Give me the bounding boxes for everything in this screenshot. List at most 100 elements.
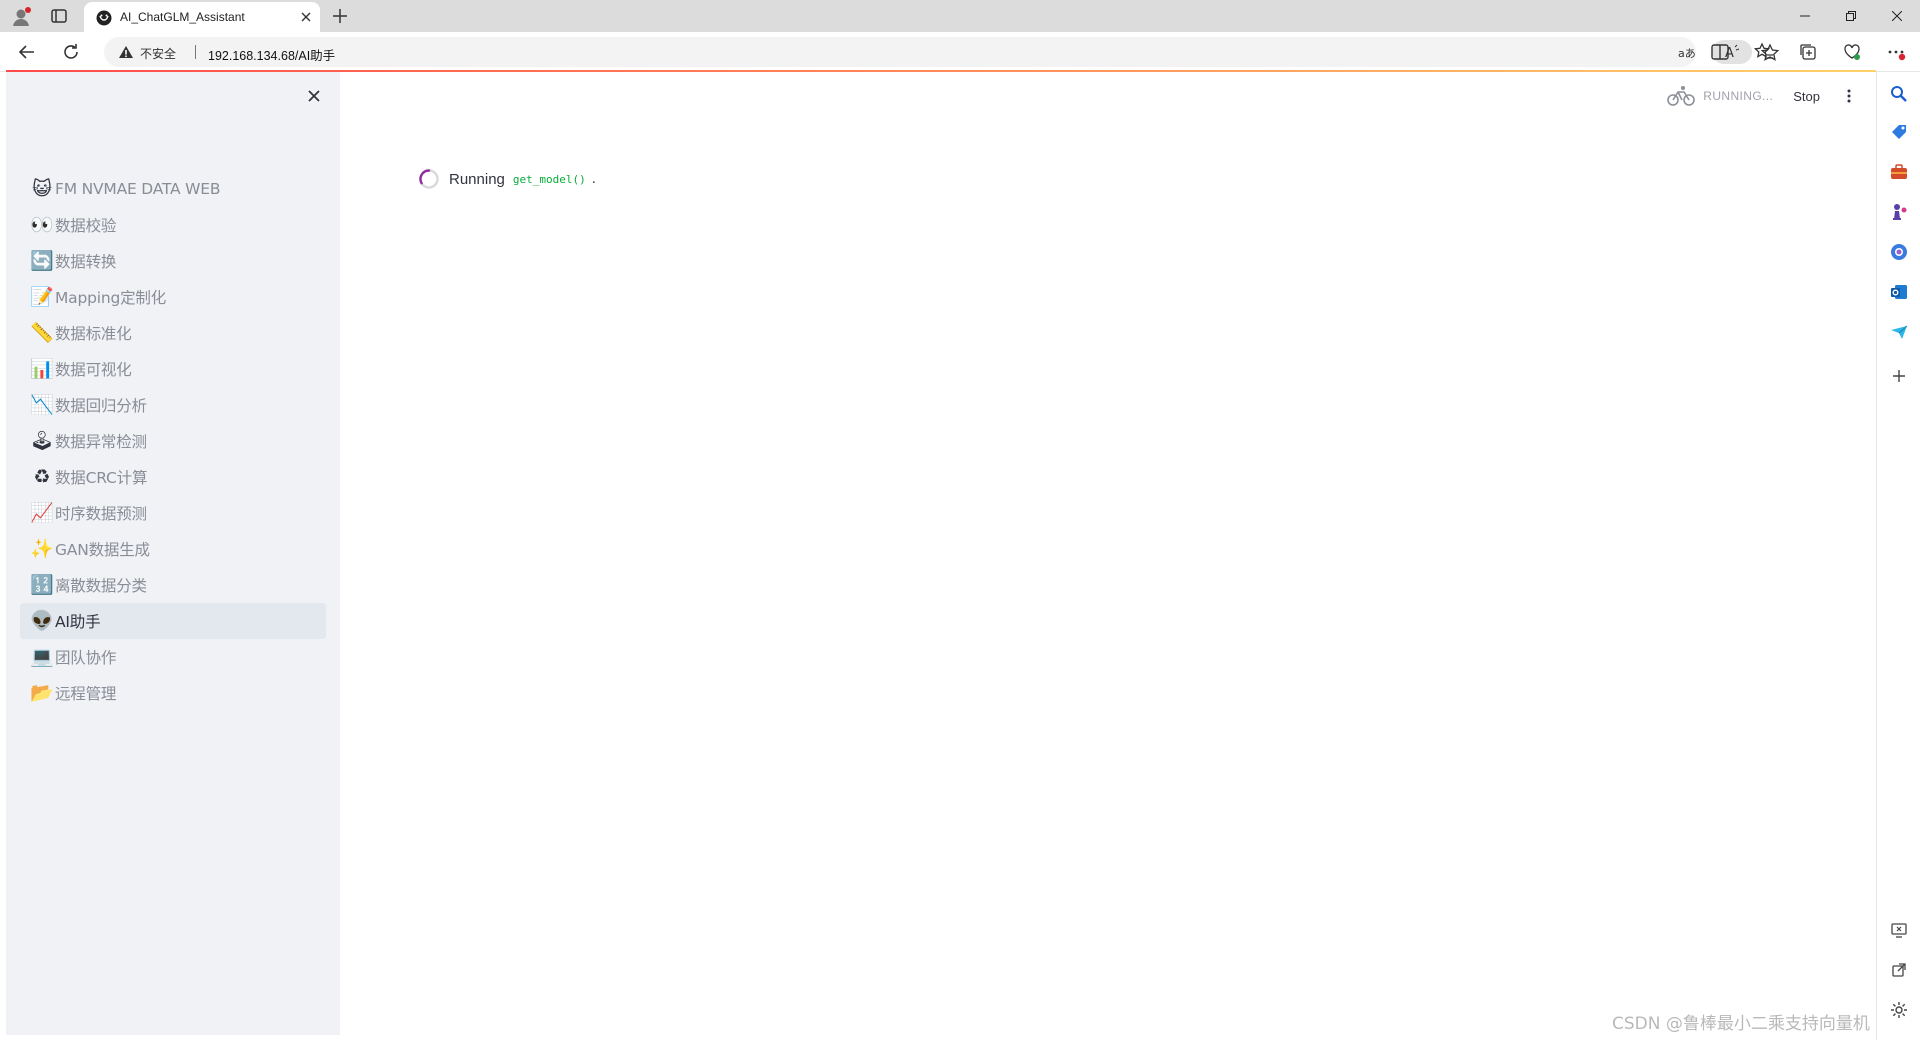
- running-text: Running: [449, 170, 505, 188]
- app-sidebar: 😺 FM NVMAE DATA WEB 👀 数据校验 🔄 数据转换 📝 Mapping定制化 📏…: [6, 72, 340, 1035]
- csdn-watermark: CSDN @鲁棒最小二乘支持向量机: [1612, 1014, 1870, 1034]
- sidebar-item-emoji-icon: 📊: [30, 357, 54, 380]
- sidebar-item-label: 时序数据预测: [55, 505, 147, 523]
- spinner-icon: [419, 169, 439, 189]
- sidebar-item-12[interactable]: 👽 AI助手: [20, 603, 326, 639]
- warning-icon: [119, 46, 133, 58]
- favorites-icon[interactable]: [1754, 42, 1774, 62]
- profile-icon[interactable]: [10, 6, 32, 28]
- run-status-bar: RUNNING... Stop: [1667, 84, 1852, 108]
- games-chess-icon[interactable]: [1889, 202, 1909, 222]
- sidebar-item-label: 数据可视化: [55, 361, 132, 379]
- running-bicycle-icon: [1667, 86, 1696, 106]
- search-icon[interactable]: [1889, 84, 1909, 104]
- sidebar-item-9[interactable]: 📈 时序数据预测: [20, 495, 326, 531]
- sidebar-nav-menu: 😺 FM NVMAE DATA WEB 👀 数据校验 🔄 数据转换 📝 Mapping定制化 📏…: [20, 171, 326, 711]
- settings-gear-icon[interactable]: [1889, 1000, 1909, 1020]
- sidebar-item-3[interactable]: 📝 Mapping定制化: [20, 279, 326, 315]
- sidebar-item-label: FM NVMAE DATA WEB: [55, 180, 221, 198]
- sidebar-item-10[interactable]: ✨ GAN数据生成: [20, 531, 326, 567]
- main-content: RUNNING... Stop Running get_model() .: [340, 72, 1876, 1035]
- outlook-icon[interactable]: [1889, 282, 1909, 302]
- main-menu-icon[interactable]: [1846, 88, 1852, 104]
- sidebar-item-label: 数据CRC计算: [55, 469, 148, 487]
- tab-title: AI_ChatGLM_Assistant: [120, 10, 245, 24]
- minimize-button[interactable]: [1782, 0, 1828, 32]
- collections-icon[interactable]: [1798, 42, 1818, 62]
- sidebar-item-14[interactable]: 📂 远程管理: [20, 675, 326, 711]
- sidebar-item-label: 数据校验: [55, 217, 117, 235]
- sidebar-item-emoji-icon: 🔄: [30, 249, 54, 272]
- sidebar-item-label: 离散数据分类: [55, 577, 147, 595]
- sidebar-item-label: 团队协作: [55, 649, 117, 667]
- tools-briefcase-icon[interactable]: [1889, 162, 1909, 182]
- shopping-tag-icon[interactable]: [1889, 122, 1909, 142]
- restore-icon: [1846, 11, 1856, 21]
- split-screen-icon[interactable]: [1710, 42, 1730, 62]
- sidebar-item-label: Mapping定制化: [55, 289, 167, 307]
- sidebar-item-4[interactable]: 📏 数据标准化: [20, 315, 326, 351]
- browser-tab-strip: AI_ChatGLM_Assistant: [0, 0, 1920, 32]
- sidebar-item-label: 数据转换: [55, 253, 117, 271]
- sidebar-item-7[interactable]: 🕹 数据异常检测: [20, 423, 326, 459]
- sidebar-item-emoji-icon: 📏: [30, 321, 54, 344]
- address-bar[interactable]: 不安全 192.168.134.68/AI助手 aあ A: [104, 37, 1780, 67]
- running-status-label: RUNNING...: [1703, 89, 1774, 103]
- running-indicator: Running get_model() .: [418, 168, 596, 190]
- svg-text:aあ: aあ: [1678, 47, 1696, 60]
- sidebar-item-5[interactable]: 📊 数据可视化: [20, 351, 326, 387]
- sidebar-item-emoji-icon: ✨: [30, 537, 54, 560]
- close-tab-icon[interactable]: [298, 9, 314, 25]
- streamlit-favicon-icon: [96, 10, 112, 26]
- sidebar-item-emoji-icon: 💻: [30, 645, 54, 668]
- running-function-code: get_model(): [512, 172, 586, 186]
- sidebar-item-emoji-icon: 👀: [30, 213, 54, 236]
- sidebar-item-label: AI助手: [55, 613, 101, 631]
- sidebar-item-emoji-icon: ♻: [33, 465, 51, 488]
- screenshot-icon[interactable]: [1889, 920, 1909, 940]
- address-toolbar: 不安全 192.168.134.68/AI助手 aあ A: [0, 32, 1920, 72]
- browser-essentials-icon[interactable]: [1842, 42, 1862, 62]
- restore-button[interactable]: [1828, 0, 1874, 32]
- reload-icon[interactable]: [60, 41, 82, 63]
- more-menu-icon[interactable]: [1886, 42, 1906, 62]
- sidebar-item-emoji-icon: 🕹: [29, 429, 55, 452]
- sidebar-item-0[interactable]: 😺 FM NVMAE DATA WEB: [20, 171, 326, 207]
- close-window-button[interactable]: [1874, 0, 1920, 32]
- sidebar-item-emoji-icon: 😺: [32, 177, 52, 200]
- address-separator: [195, 45, 196, 59]
- running-suffix: .: [591, 171, 596, 187]
- browser-tab-active[interactable]: AI_ChatGLM_Assistant: [84, 2, 320, 32]
- sidebar-item-8[interactable]: ♻ 数据CRC计算: [20, 459, 326, 495]
- send-plane-icon[interactable]: [1889, 322, 1909, 342]
- microsoft-365-icon[interactable]: [1889, 242, 1909, 262]
- sidebar-item-label: 远程管理: [55, 685, 117, 703]
- sidebar-item-emoji-icon: 🔢: [30, 573, 54, 596]
- tab-actions-icon[interactable]: [50, 7, 68, 25]
- sidebar-item-label: 数据回归分析: [55, 397, 147, 415]
- sidebar-item-11[interactable]: 🔢 离散数据分类: [20, 567, 326, 603]
- add-sidebar-app-icon[interactable]: [1889, 366, 1909, 386]
- sidebar-item-emoji-icon: 📈: [30, 501, 54, 524]
- sidebar-item-1[interactable]: 👀 数据校验: [20, 207, 326, 243]
- translate-icon[interactable]: aあ: [1676, 43, 1696, 63]
- close-window-icon: [1892, 11, 1902, 21]
- sidebar-item-label: 数据标准化: [55, 325, 132, 343]
- stop-button[interactable]: Stop: [1793, 89, 1820, 104]
- sidebar-item-emoji-icon: 📂: [30, 681, 54, 704]
- sidebar-item-6[interactable]: 📉 数据回归分析: [20, 387, 326, 423]
- edge-sidebar: [1876, 72, 1920, 1040]
- security-label[interactable]: 不安全: [140, 45, 176, 62]
- sidebar-item-emoji-icon: 📉: [30, 393, 54, 416]
- sidebar-item-2[interactable]: 🔄 数据转换: [20, 243, 326, 279]
- url-text[interactable]: 192.168.134.68/AI助手: [208, 45, 335, 64]
- sidebar-item-label: 数据异常检测: [55, 433, 147, 451]
- new-tab-icon[interactable]: [330, 6, 350, 26]
- close-sidebar-icon[interactable]: [304, 86, 324, 106]
- minimize-icon: [1800, 15, 1810, 17]
- back-icon[interactable]: [16, 41, 38, 63]
- sidebar-item-emoji-icon: 👽: [30, 609, 54, 632]
- open-external-icon[interactable]: [1889, 960, 1909, 980]
- sidebar-item-13[interactable]: 💻 团队协作: [20, 639, 326, 675]
- sidebar-item-label: GAN数据生成: [55, 541, 150, 559]
